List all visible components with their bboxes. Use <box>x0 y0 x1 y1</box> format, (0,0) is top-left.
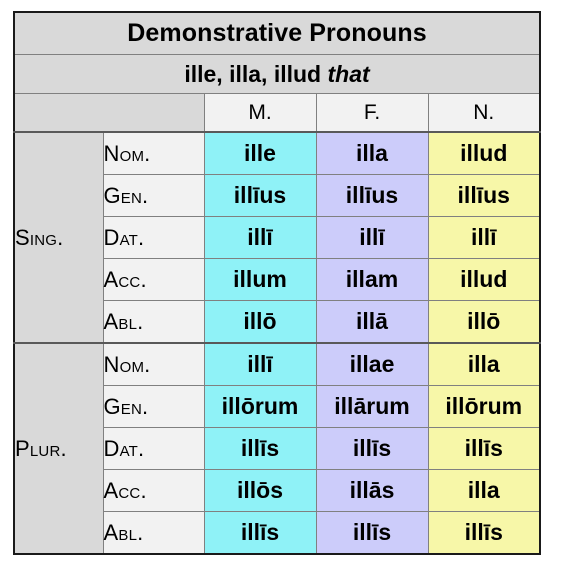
case-label: Nom. <box>102 342 205 386</box>
case-label: Abl. <box>102 300 205 344</box>
page-title: Demonstrative Pronouns <box>13 11 541 55</box>
form-cell-neuter: illō <box>427 300 541 344</box>
subtitle-gloss: that <box>327 60 370 87</box>
form-cell-neuter: illud <box>427 131 541 175</box>
table-row: Sing. Nom. ille illa illud <box>13 131 541 344</box>
form-cell-masculine: illīus <box>203 174 317 217</box>
form-cell-neuter: illōrum <box>427 385 541 428</box>
form-cell-feminine: illae <box>315 342 429 386</box>
column-header-masculine: M. <box>203 93 317 133</box>
form-cell-masculine: illum <box>203 258 317 301</box>
form-cell-feminine: illīs <box>315 427 429 470</box>
case-label: Abl. <box>102 511 205 555</box>
table-subtitle-row: ille, illa, illud that <box>13 54 541 94</box>
form-cell-feminine: illās <box>315 469 429 512</box>
number-label-plural: Plur. <box>13 342 104 555</box>
form-cell-feminine: illīs <box>315 511 429 555</box>
form-cell-feminine: illā <box>315 300 429 344</box>
form-cell-neuter: illīus <box>427 174 541 217</box>
corner-cell <box>13 93 205 133</box>
form-cell-neuter: illa <box>427 469 541 512</box>
declension-table-container: Demonstrative Pronouns ille, illa, illud… <box>13 11 541 555</box>
form-cell-neuter: illīs <box>427 427 541 470</box>
form-cell-neuter: illī <box>427 216 541 259</box>
form-cell-masculine: illī <box>203 342 317 386</box>
column-header-neuter: N. <box>427 93 541 133</box>
form-cell-masculine: ille <box>203 131 317 175</box>
case-label: Acc. <box>102 258 205 301</box>
table-title-row: Demonstrative Pronouns <box>13 11 541 55</box>
case-label: Nom. <box>102 131 205 175</box>
form-cell-masculine: illīs <box>203 511 317 555</box>
form-cell-masculine: illōs <box>203 469 317 512</box>
form-cell-neuter: illud <box>427 258 541 301</box>
form-cell-feminine: illa <box>315 131 429 175</box>
form-cell-masculine: illī <box>203 216 317 259</box>
demonstrative-pronoun-declension-table: Demonstrative Pronouns ille, illa, illud… <box>13 11 541 555</box>
case-label: Dat. <box>102 427 205 470</box>
form-cell-masculine: illō <box>203 300 317 344</box>
form-cell-masculine: illīs <box>203 427 317 470</box>
case-label: Dat. <box>102 216 205 259</box>
form-cell-feminine: illam <box>315 258 429 301</box>
form-cell-neuter: illīs <box>427 511 541 555</box>
form-cell-masculine: illōrum <box>203 385 317 428</box>
form-cell-feminine: illārum <box>315 385 429 428</box>
gender-header-row: M. F. N. <box>13 93 541 133</box>
subtitle: ille, illa, illud that <box>13 54 541 94</box>
case-label: Acc. <box>102 469 205 512</box>
table-row: Plur. Nom. illī illae illa <box>13 342 541 555</box>
form-cell-feminine: illī <box>315 216 429 259</box>
form-cell-feminine: illīus <box>315 174 429 217</box>
case-label: Gen. <box>102 385 205 428</box>
case-label: Gen. <box>102 174 205 217</box>
number-label-singular: Sing. <box>13 131 104 344</box>
column-header-feminine: F. <box>315 93 429 133</box>
form-cell-neuter: illa <box>427 342 541 386</box>
subtitle-forms: ille, illa, illud <box>184 60 322 87</box>
